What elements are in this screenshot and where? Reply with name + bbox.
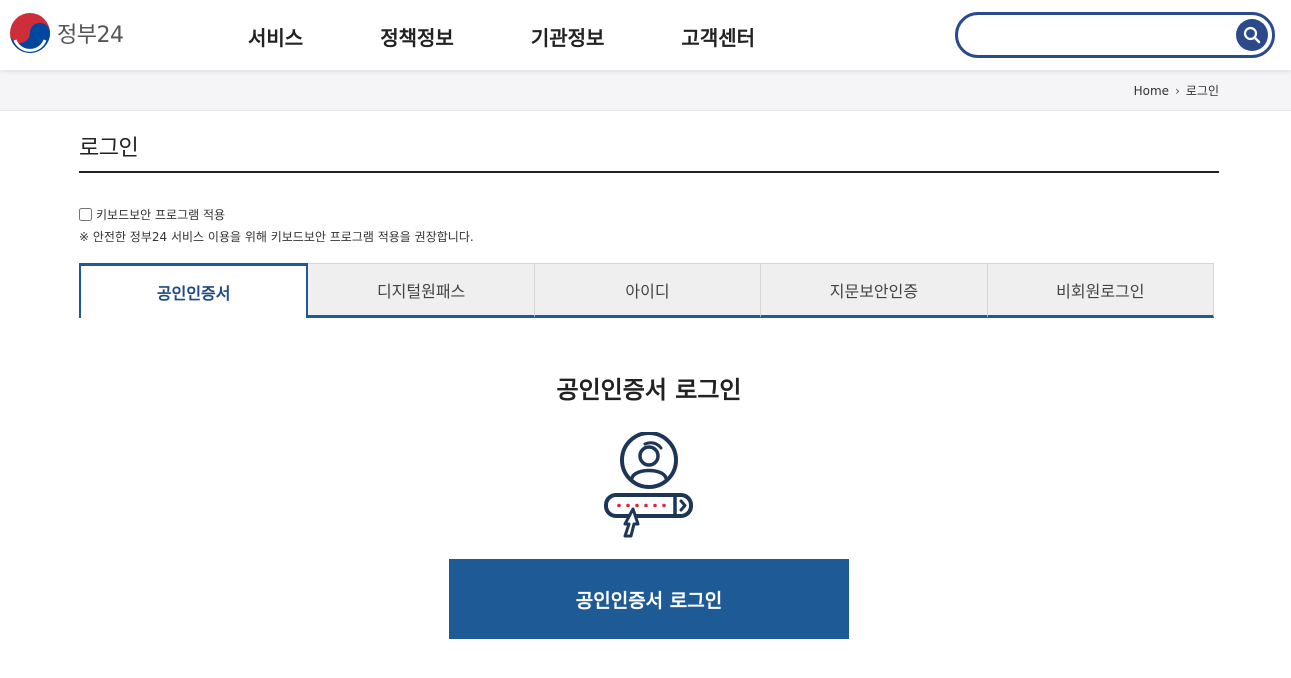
certificate-login-heading: 공인인증서 로그인 xyxy=(556,376,742,404)
keyboard-security-note: ※ 안전한 정부24 서비스 이용을 위해 키보드보안 프로그램 적용을 권장합… xyxy=(79,230,474,244)
search-button[interactable] xyxy=(1236,19,1268,51)
breadcrumb-bar: Home › 로그인 xyxy=(0,70,1291,111)
nav-item-policy-info[interactable]: 정책정보 xyxy=(380,22,454,51)
nav-item-customer-center[interactable]: 고객센터 xyxy=(681,22,755,51)
breadcrumb-current: 로그인 xyxy=(1185,84,1219,98)
nav-item-agency-info[interactable]: 기관정보 xyxy=(531,22,605,51)
taegeuk-logo-icon xyxy=(10,13,50,53)
breadcrumb: Home › 로그인 xyxy=(1134,82,1219,99)
site-header: 정부24 서비스 정책정보 기관정보 고객센터 xyxy=(0,0,1291,70)
search-input[interactable] xyxy=(974,20,1228,52)
login-method-tabs: 공인인증서 디지털원패스 아이디 지문보안인증 비회원로그인 xyxy=(79,263,1215,318)
tab-id[interactable]: 아이디 xyxy=(534,263,762,318)
search-box xyxy=(955,12,1275,58)
site-logo-text: 정부24 xyxy=(57,23,124,48)
certificate-login-button[interactable]: 공인인증서 로그인 xyxy=(449,559,849,639)
site-logo[interactable]: 정부24 xyxy=(9,12,124,54)
breadcrumb-home[interactable]: Home xyxy=(1134,84,1169,98)
keyboard-security: 키보드보안 프로그램 적용 ※ 안전한 정부24 서비스 이용을 위해 키보드보… xyxy=(79,206,474,245)
tab-digital-onepass[interactable]: 디지털원패스 xyxy=(308,263,535,318)
certificate-login-icon xyxy=(604,432,693,538)
keyboard-security-label: 키보드보안 프로그램 적용 xyxy=(96,208,226,222)
tab-certificate[interactable]: 공인인증서 xyxy=(79,263,309,318)
chevron-right-icon: › xyxy=(1175,83,1180,98)
page-title: 로그인 xyxy=(79,136,139,161)
tab-fingerprint[interactable]: 지문보안인증 xyxy=(761,263,988,318)
tab-non-member[interactable]: 비회원로그인 xyxy=(987,263,1215,318)
title-divider xyxy=(79,171,1219,173)
main-nav: 서비스 정책정보 기관정보 고객센터 xyxy=(248,22,832,51)
nav-item-services[interactable]: 서비스 xyxy=(248,22,303,51)
search-icon xyxy=(1243,26,1261,44)
keyboard-security-checkbox[interactable] xyxy=(79,208,92,221)
keyboard-security-option[interactable]: 키보드보안 프로그램 적용 xyxy=(79,206,474,223)
